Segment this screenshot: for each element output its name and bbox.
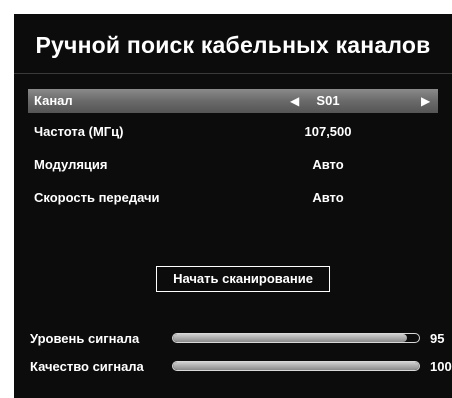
- title-divider: [14, 73, 452, 74]
- signal-level-meter: Уровень сигнала 95: [30, 329, 450, 349]
- setting-row-modulation[interactable]: Модуляция Авто: [28, 153, 438, 177]
- signal-level-fill: [173, 334, 407, 342]
- symbol-rate-value: Авто: [312, 190, 344, 205]
- signal-quality-bar: [172, 361, 420, 371]
- signal-quality-meter: Качество сигнала 100: [30, 357, 452, 377]
- channel-label: Канал: [34, 93, 73, 108]
- setting-row-channel[interactable]: Канал ◀ S01 ▶: [28, 89, 438, 113]
- page-title: Ручной поиск кабельных каналов: [35, 32, 431, 58]
- signal-level-label: Уровень сигнала: [30, 331, 140, 346]
- signal-quality-fill: [173, 362, 419, 370]
- signal-quality-label: Качество сигнала: [30, 359, 144, 374]
- modulation-value: Авто: [312, 157, 344, 172]
- setting-row-symbol-rate[interactable]: Скорость передачи Авто: [28, 186, 438, 210]
- frequency-value: 107,500: [304, 124, 352, 139]
- signal-level-bar: [172, 333, 420, 343]
- setting-row-frequency[interactable]: Частота (МГц) 107,500: [28, 120, 438, 144]
- signal-quality-value: 100: [430, 359, 452, 374]
- signal-level-value: 95: [430, 331, 445, 346]
- frequency-label: Частота (МГц): [34, 124, 124, 139]
- triangle-right-icon[interactable]: ▶: [421, 94, 430, 108]
- modulation-label: Модуляция: [34, 157, 108, 172]
- symbol-rate-label: Скорость передачи: [34, 190, 160, 205]
- channel-value: S01: [316, 93, 340, 108]
- triangle-left-icon[interactable]: ◀: [290, 94, 299, 108]
- cable-manual-scan-screen: Ручной поиск кабельных каналов Канал ◀ S…: [14, 14, 452, 398]
- start-scan-button[interactable]: Начать сканирование: [156, 266, 330, 292]
